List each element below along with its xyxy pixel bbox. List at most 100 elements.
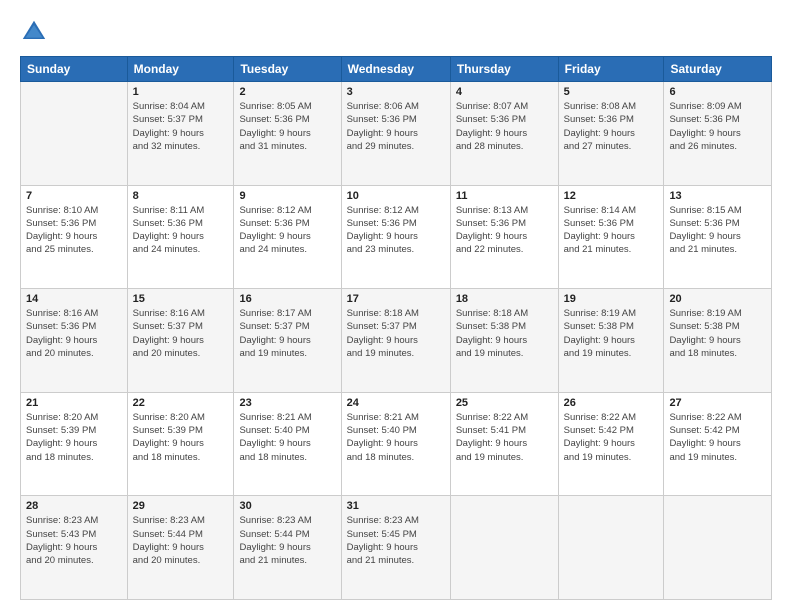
logo-icon <box>20 18 48 46</box>
day-cell: 7 Sunrise: 8:10 AM Sunset: 5:36 PM Daylig… <box>21 185 128 289</box>
day-number: 8 <box>133 190 229 202</box>
day-number: 22 <box>133 397 229 409</box>
day-info: Sunrise: 8:16 AM Sunset: 5:36 PM Dayligh… <box>26 307 122 360</box>
calendar: SundayMondayTuesdayWednesdayThursdayFrid… <box>20 56 772 600</box>
day-number: 29 <box>133 500 229 512</box>
day-number: 17 <box>347 293 445 305</box>
day-cell: 26Sunrise: 8:22 AM Sunset: 5:42 PM Dayli… <box>558 392 664 496</box>
day-cell: 10 Sunrise: 8:12 AM Sunset: 5:36 PM Dayli… <box>341 185 450 289</box>
week-row-5: 28Sunrise: 8:23 AM Sunset: 5:43 PM Dayli… <box>21 496 772 600</box>
day-cell: 2 Sunrise: 8:05 AM Sunset: 5:36 PM Daylig… <box>234 82 341 186</box>
day-number: 16 <box>239 293 335 305</box>
day-cell: 29 Sunrise: 8:23 AM Sunset: 5:44 PM Dayli… <box>127 496 234 600</box>
day-info: Sunrise: 8:23 AM Sunset: 5:44 PM Dayligh… <box>133 514 229 567</box>
day-info: Sunrise: 8:12 AM Sunset: 5:36 PM Dayligh… <box>347 204 445 257</box>
day-cell: 19 Sunrise: 8:19 AM Sunset: 5:38 PM Dayli… <box>558 289 664 393</box>
day-number: 9 <box>239 190 335 202</box>
day-cell: 9Sunrise: 8:12 AM Sunset: 5:36 PM Daylig… <box>234 185 341 289</box>
day-cell: 22 Sunrise: 8:20 AM Sunset: 5:39 PM Dayli… <box>127 392 234 496</box>
day-info: Sunrise: 8:06 AM Sunset: 5:36 PM Dayligh… <box>347 100 445 153</box>
day-info: Sunrise: 8:19 AM Sunset: 5:38 PM Dayligh… <box>669 307 766 360</box>
day-info: Sunrise: 8:17 AM Sunset: 5:37 PM Dayligh… <box>239 307 335 360</box>
day-cell: 30Sunrise: 8:23 AM Sunset: 5:44 PM Dayli… <box>234 496 341 600</box>
day-cell: 20 Sunrise: 8:19 AM Sunset: 5:38 PM Dayli… <box>664 289 772 393</box>
day-cell: 16 Sunrise: 8:17 AM Sunset: 5:37 PM Dayli… <box>234 289 341 393</box>
day-info: Sunrise: 8:11 AM Sunset: 5:36 PM Dayligh… <box>133 204 229 257</box>
day-info: Sunrise: 8:18 AM Sunset: 5:37 PM Dayligh… <box>347 307 445 360</box>
day-info: Sunrise: 8:04 AM Sunset: 5:37 PM Dayligh… <box>133 100 229 153</box>
day-number: 15 <box>133 293 229 305</box>
header-row: SundayMondayTuesdayWednesdayThursdayFrid… <box>21 57 772 82</box>
day-info: Sunrise: 8:14 AM Sunset: 5:36 PM Dayligh… <box>564 204 659 257</box>
day-number: 20 <box>669 293 766 305</box>
day-cell: 27 Sunrise: 8:22 AM Sunset: 5:42 PM Dayli… <box>664 392 772 496</box>
day-cell <box>450 496 558 600</box>
header-cell-thursday: Thursday <box>450 57 558 82</box>
day-info: Sunrise: 8:21 AM Sunset: 5:40 PM Dayligh… <box>347 411 445 464</box>
day-info: Sunrise: 8:16 AM Sunset: 5:37 PM Dayligh… <box>133 307 229 360</box>
day-info: Sunrise: 8:15 AM Sunset: 5:36 PM Dayligh… <box>669 204 766 257</box>
day-cell: 4 Sunrise: 8:07 AM Sunset: 5:36 PM Daylig… <box>450 82 558 186</box>
day-number: 1 <box>133 86 229 98</box>
day-number: 28 <box>26 500 122 512</box>
day-number: 19 <box>564 293 659 305</box>
header-cell-saturday: Saturday <box>664 57 772 82</box>
day-number: 18 <box>456 293 553 305</box>
day-info: Sunrise: 8:20 AM Sunset: 5:39 PM Dayligh… <box>133 411 229 464</box>
day-number: 30 <box>239 500 335 512</box>
day-number: 2 <box>239 86 335 98</box>
week-row-4: 21 Sunrise: 8:20 AM Sunset: 5:39 PM Dayli… <box>21 392 772 496</box>
day-cell: 12Sunrise: 8:14 AM Sunset: 5:36 PM Dayli… <box>558 185 664 289</box>
day-info: Sunrise: 8:05 AM Sunset: 5:36 PM Dayligh… <box>239 100 335 153</box>
day-number: 4 <box>456 86 553 98</box>
day-number: 10 <box>347 190 445 202</box>
week-row-1: 1 Sunrise: 8:04 AM Sunset: 5:37 PM Daylig… <box>21 82 772 186</box>
day-cell: 15 Sunrise: 8:16 AM Sunset: 5:37 PM Dayli… <box>127 289 234 393</box>
day-cell: 1 Sunrise: 8:04 AM Sunset: 5:37 PM Daylig… <box>127 82 234 186</box>
week-row-3: 14 Sunrise: 8:16 AM Sunset: 5:36 PM Dayli… <box>21 289 772 393</box>
header <box>20 18 772 46</box>
day-cell: 8 Sunrise: 8:11 AM Sunset: 5:36 PM Daylig… <box>127 185 234 289</box>
day-number: 5 <box>564 86 659 98</box>
day-cell: 14 Sunrise: 8:16 AM Sunset: 5:36 PM Dayli… <box>21 289 128 393</box>
header-cell-sunday: Sunday <box>21 57 128 82</box>
day-info: Sunrise: 8:22 AM Sunset: 5:41 PM Dayligh… <box>456 411 553 464</box>
day-cell: 3 Sunrise: 8:06 AM Sunset: 5:36 PM Daylig… <box>341 82 450 186</box>
day-cell: 23Sunrise: 8:21 AM Sunset: 5:40 PM Dayli… <box>234 392 341 496</box>
day-number: 21 <box>26 397 122 409</box>
day-info: Sunrise: 8:07 AM Sunset: 5:36 PM Dayligh… <box>456 100 553 153</box>
day-number: 31 <box>347 500 445 512</box>
day-number: 13 <box>669 190 766 202</box>
day-number: 26 <box>564 397 659 409</box>
day-cell: 18 Sunrise: 8:18 AM Sunset: 5:38 PM Dayli… <box>450 289 558 393</box>
day-info: Sunrise: 8:09 AM Sunset: 5:36 PM Dayligh… <box>669 100 766 153</box>
day-number: 23 <box>239 397 335 409</box>
day-number: 14 <box>26 293 122 305</box>
day-cell: 28Sunrise: 8:23 AM Sunset: 5:43 PM Dayli… <box>21 496 128 600</box>
header-cell-monday: Monday <box>127 57 234 82</box>
header-cell-tuesday: Tuesday <box>234 57 341 82</box>
day-number: 6 <box>669 86 766 98</box>
day-cell <box>21 82 128 186</box>
day-number: 7 <box>26 190 122 202</box>
day-cell: 31Sunrise: 8:23 AM Sunset: 5:45 PM Dayli… <box>341 496 450 600</box>
header-cell-friday: Friday <box>558 57 664 82</box>
day-cell: 25 Sunrise: 8:22 AM Sunset: 5:41 PM Dayli… <box>450 392 558 496</box>
day-number: 24 <box>347 397 445 409</box>
day-cell: 17 Sunrise: 8:18 AM Sunset: 5:37 PM Dayli… <box>341 289 450 393</box>
day-number: 27 <box>669 397 766 409</box>
day-info: Sunrise: 8:18 AM Sunset: 5:38 PM Dayligh… <box>456 307 553 360</box>
day-info: Sunrise: 8:20 AM Sunset: 5:39 PM Dayligh… <box>26 411 122 464</box>
day-cell: 13 Sunrise: 8:15 AM Sunset: 5:36 PM Dayli… <box>664 185 772 289</box>
day-cell: 21 Sunrise: 8:20 AM Sunset: 5:39 PM Dayli… <box>21 392 128 496</box>
day-cell: 24 Sunrise: 8:21 AM Sunset: 5:40 PM Dayli… <box>341 392 450 496</box>
day-info: Sunrise: 8:19 AM Sunset: 5:38 PM Dayligh… <box>564 307 659 360</box>
day-number: 3 <box>347 86 445 98</box>
week-row-2: 7 Sunrise: 8:10 AM Sunset: 5:36 PM Daylig… <box>21 185 772 289</box>
day-cell: 11Sunrise: 8:13 AM Sunset: 5:36 PM Dayli… <box>450 185 558 289</box>
day-info: Sunrise: 8:10 AM Sunset: 5:36 PM Dayligh… <box>26 204 122 257</box>
page: SundayMondayTuesdayWednesdayThursdayFrid… <box>0 0 792 612</box>
day-info: Sunrise: 8:22 AM Sunset: 5:42 PM Dayligh… <box>669 411 766 464</box>
header-cell-wednesday: Wednesday <box>341 57 450 82</box>
day-number: 25 <box>456 397 553 409</box>
